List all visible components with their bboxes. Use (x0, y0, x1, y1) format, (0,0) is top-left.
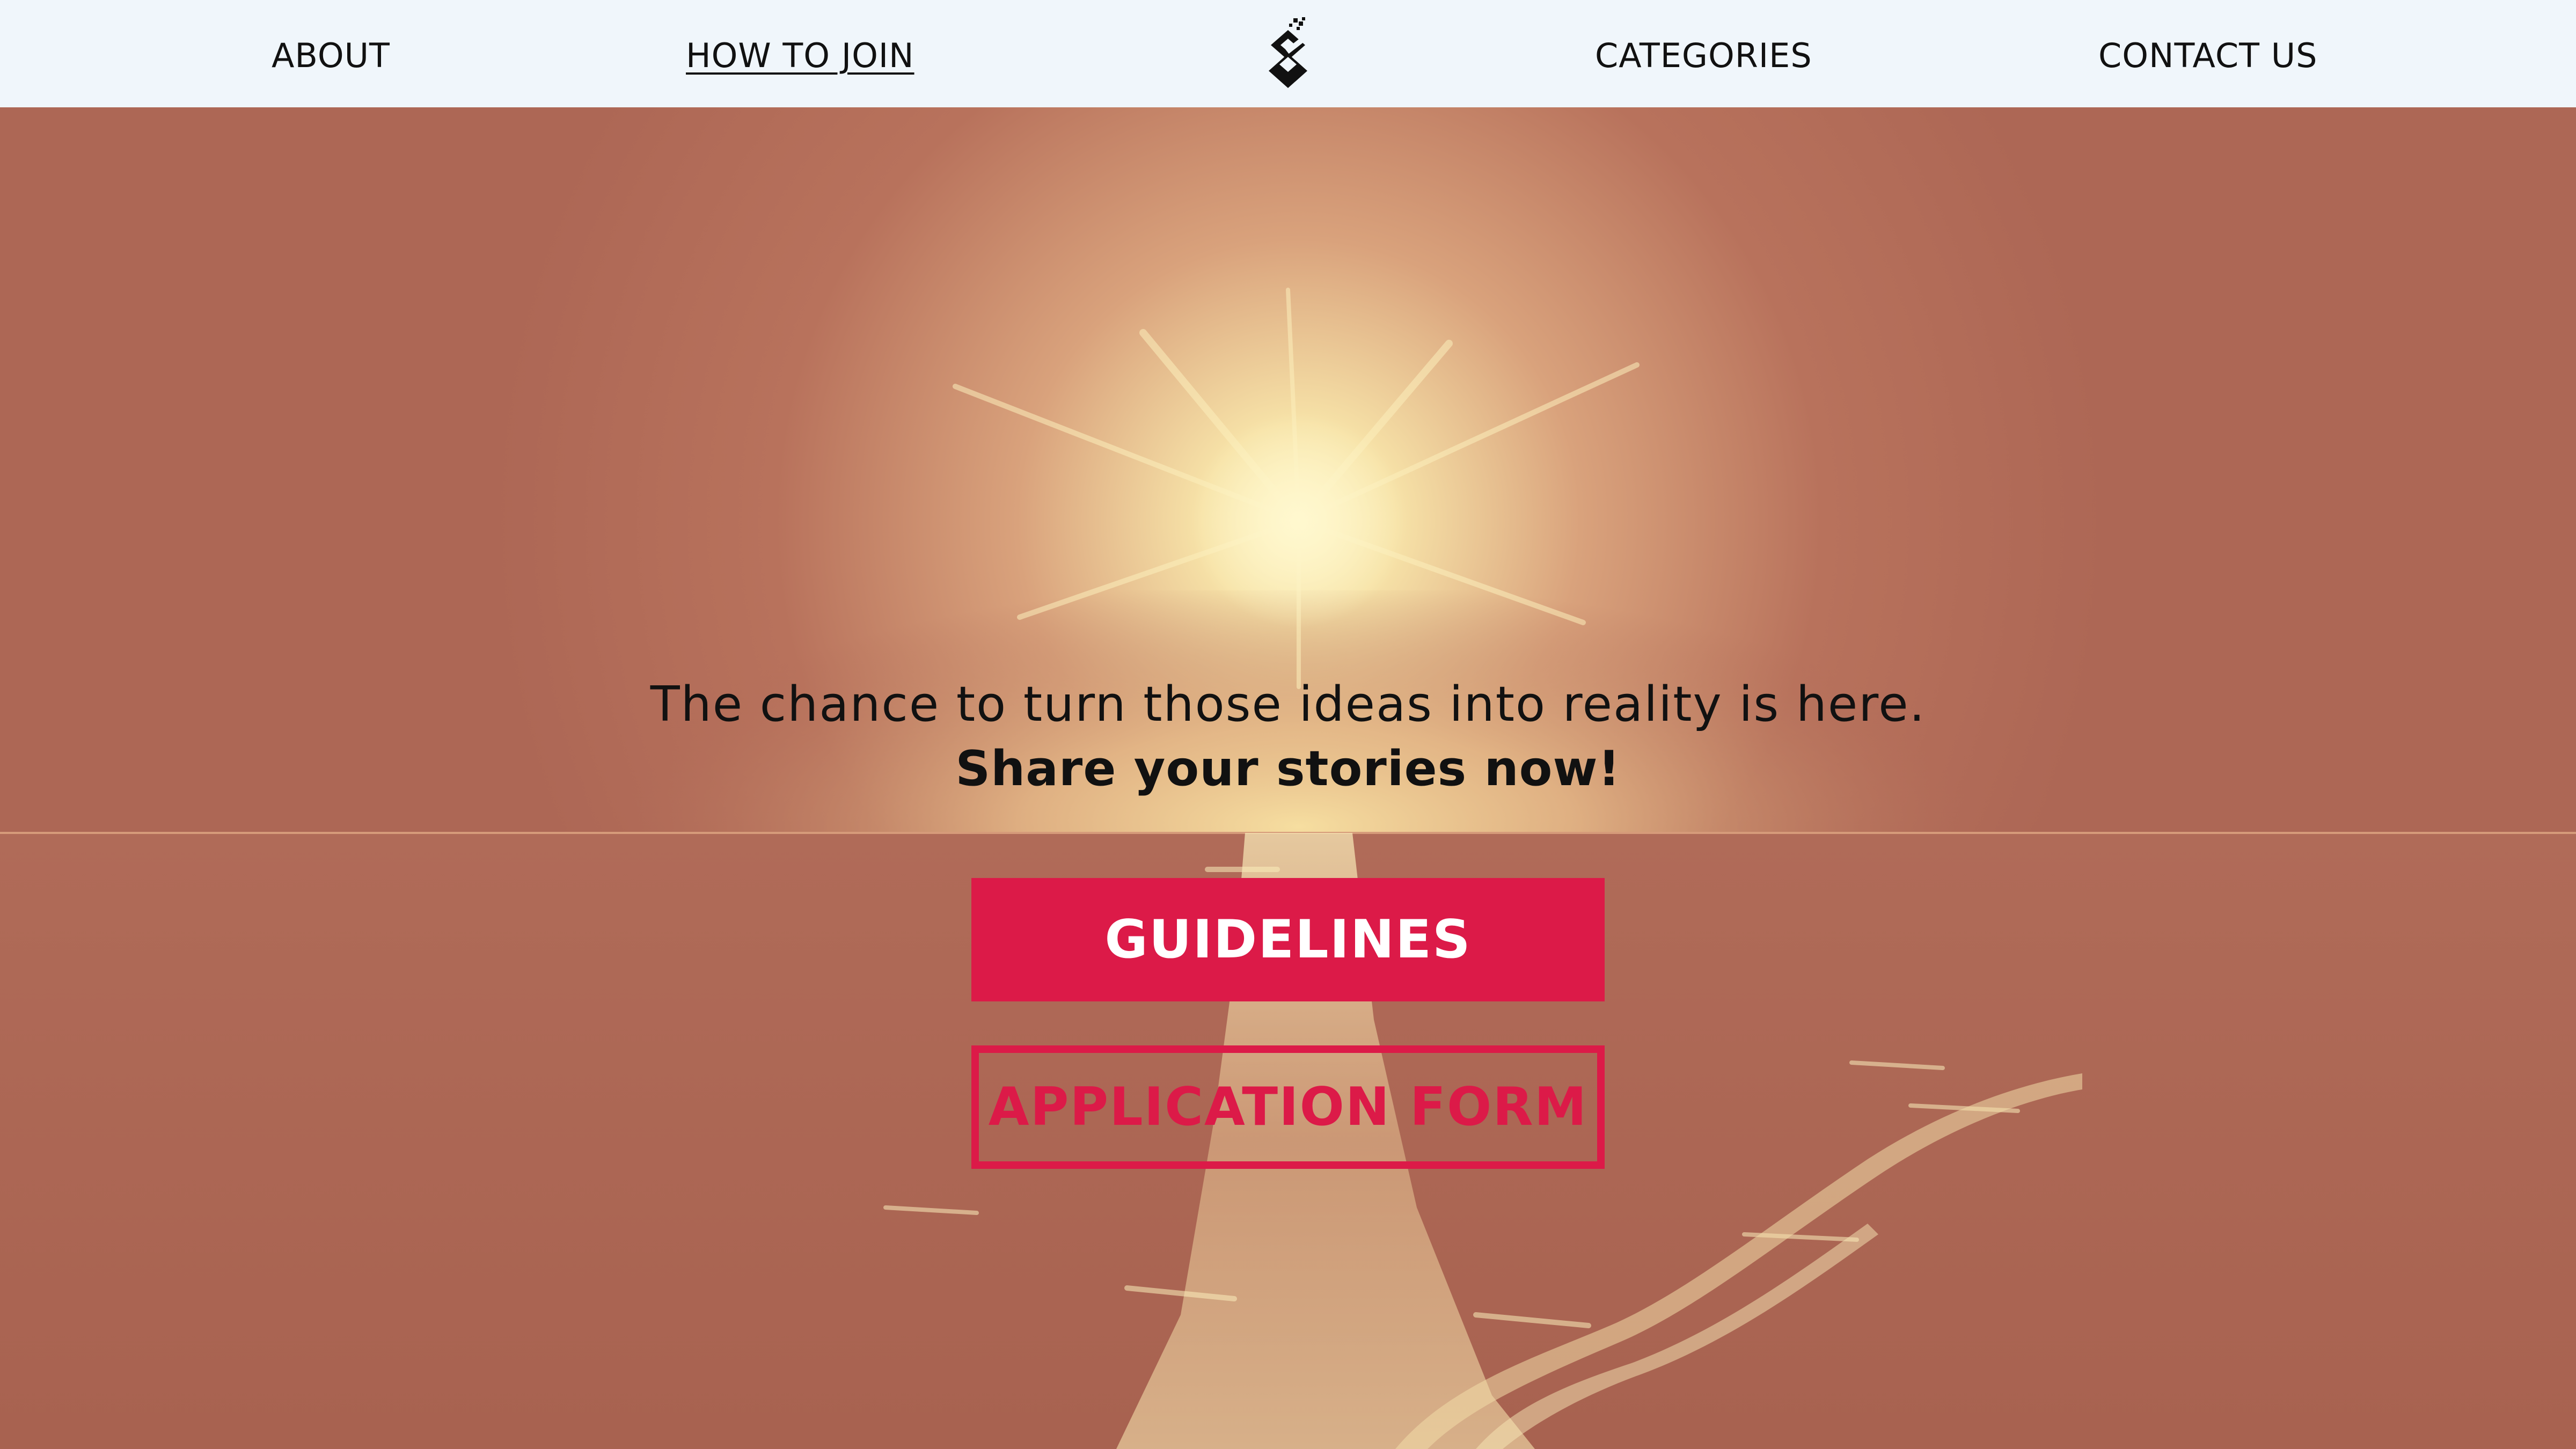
nav-link-how-to-join[interactable]: HOW TO JOIN (686, 34, 914, 77)
diamond-s-logo-icon[interactable] (1256, 15, 1320, 96)
guidelines-button[interactable]: GUIDELINES (971, 878, 1605, 1001)
nav-link-contact-us[interactable]: CONTACT US (2098, 34, 2317, 77)
hero-tagline: The chance to turn those ideas into real… (650, 676, 1926, 733)
nav-link-categories[interactable]: CATEGORIES (1595, 34, 1812, 77)
application-form-button[interactable]: APPLICATION FORM (971, 1045, 1605, 1169)
landing-page: ABOUT HOW TO JOIN CATEGORIES CONTACT US … (0, 0, 2576, 1449)
nav-link-about[interactable]: ABOUT (272, 34, 390, 77)
hero-cta-line: Share your stories now! (955, 741, 1621, 797)
top-navbar: ABOUT HOW TO JOIN CATEGORIES CONTACT US (0, 0, 2576, 107)
